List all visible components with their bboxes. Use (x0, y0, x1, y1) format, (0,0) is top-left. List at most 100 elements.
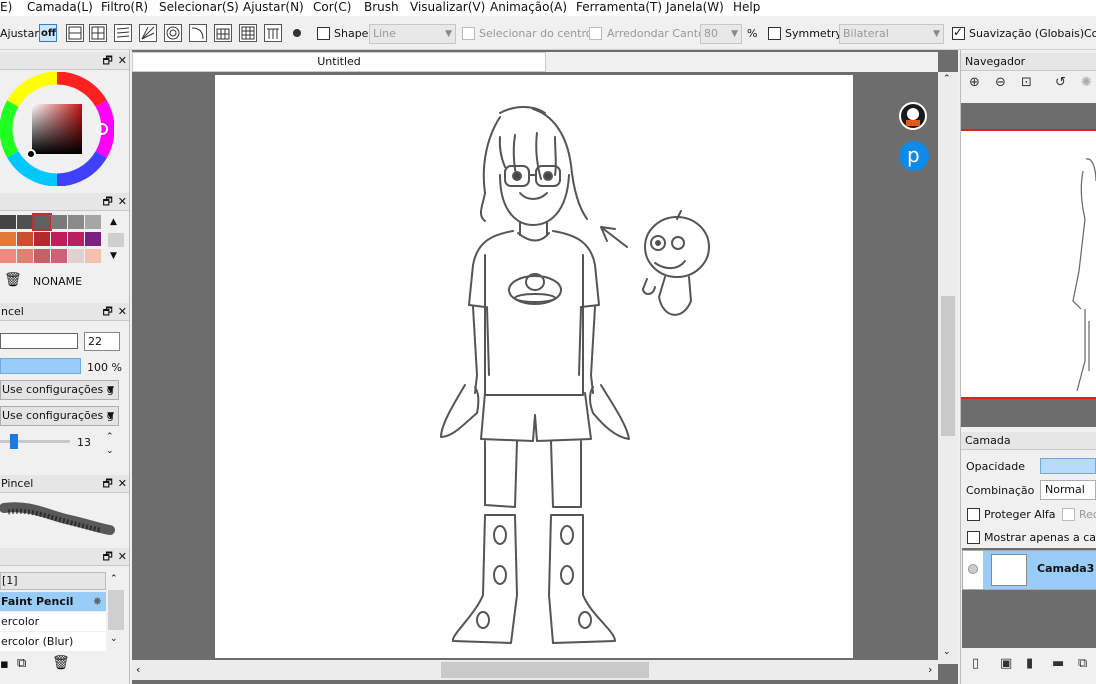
color-swatch[interactable] (17, 232, 33, 246)
brush-config-dropdown-2[interactable]: Use configurações g ▼ (0, 406, 119, 426)
zoom-fit-icon[interactable]: ⊡ (1021, 75, 1032, 90)
color-swatch[interactable] (0, 249, 16, 263)
close-icon[interactable]: ✕ (118, 305, 127, 318)
parallel-lines-icon[interactable] (114, 24, 132, 42)
chevron-right-icon[interactable]: › (928, 663, 932, 676)
chevron-up-icon[interactable]: ⌃ (110, 574, 118, 584)
color-wheel[interactable] (0, 71, 115, 187)
menu-adjust[interactable]: Ajustar(N) (243, 0, 304, 14)
visibility-icon[interactable] (968, 564, 978, 574)
folder-icon[interactable]: ▬ (1052, 656, 1064, 671)
avatar-icon[interactable] (899, 102, 927, 130)
color-swatch[interactable] (17, 249, 33, 263)
chevron-down-icon[interactable]: ⌄ (106, 446, 114, 456)
brush-size-bar[interactable] (0, 333, 78, 349)
grid-4-icon[interactable] (89, 24, 107, 42)
color-swatch[interactable] (51, 249, 67, 263)
curve-icon[interactable] (189, 24, 207, 42)
color-swatch[interactable] (85, 249, 101, 263)
perspective-grid-icon[interactable] (214, 24, 232, 42)
navigator-preview[interactable] (961, 103, 1096, 427)
brush-item-selected[interactable]: Faint Pencil ✸ (0, 592, 106, 611)
restore-icon[interactable]: 🗗 (102, 477, 112, 490)
menu-filter[interactable]: Filtro(R) (101, 0, 148, 14)
symmetry-dropdown[interactable]: Bilateral ▼ (839, 24, 944, 44)
gear-icon[interactable]: ✸ (93, 592, 102, 611)
close-icon[interactable]: ✕ (118, 477, 127, 490)
pixiv-icon[interactable]: p (899, 141, 929, 171)
color-swatch[interactable] (34, 232, 50, 246)
scroll-thumb[interactable] (941, 296, 955, 436)
chevron-up-icon[interactable]: ▲ (110, 217, 117, 227)
color-swatch[interactable] (85, 215, 101, 229)
opacity-bar[interactable] (1040, 458, 1096, 474)
menu-animation[interactable]: Animação(A) (490, 0, 567, 14)
menu-brush[interactable]: Brush (364, 0, 399, 14)
duplicate-icon[interactable]: ⧉ (17, 656, 26, 671)
copy-layer-icon[interactable]: ⧉ (1078, 656, 1087, 671)
reset-icon[interactable]: ✺ (1081, 75, 1092, 90)
shape-rect-icon[interactable] (66, 24, 84, 42)
layer-row-selected[interactable]: Camada3 (983, 551, 1096, 589)
clipping-checkbox[interactable] (1062, 508, 1075, 521)
restore-icon[interactable]: 🗗 (102, 195, 112, 208)
grid-9-icon[interactable] (239, 24, 257, 42)
scroll-thumb[interactable] (441, 662, 649, 678)
color-swatch[interactable] (51, 232, 67, 246)
menu-help[interactable]: Help (733, 0, 760, 14)
canvas-vertical-scrollbar[interactable]: ⌃ ⌄ (938, 72, 958, 664)
color-swatch[interactable] (34, 249, 50, 263)
stabilizer-off-button[interactable]: off (39, 24, 57, 42)
concentric-circles-icon[interactable] (164, 24, 182, 42)
round-corner-checkbox[interactable] (589, 27, 602, 40)
chevron-left-icon[interactable]: ‹ (136, 663, 140, 676)
zoom-in-icon[interactable]: ⊕ (969, 75, 980, 90)
new-layer-icon[interactable]: ▯ (972, 656, 979, 671)
navigator-view-frame[interactable] (961, 129, 1096, 399)
close-icon[interactable]: ✕ (118, 54, 127, 67)
chevron-up-icon[interactable]: ⌃ (106, 432, 114, 442)
chevron-up-icon[interactable]: ⌃ (943, 74, 951, 84)
new-layer-set-icon[interactable]: ▣ (1000, 656, 1012, 671)
brush-density-bar[interactable] (0, 358, 81, 374)
swatch-scroll-thumb[interactable] (108, 233, 124, 247)
trash-icon[interactable]: 🗑 (4, 272, 22, 288)
menu-color[interactable]: Cor(C) (313, 0, 351, 14)
close-icon[interactable]: ✕ (118, 550, 127, 563)
color-swatch[interactable] (68, 249, 84, 263)
smoothing-checkbox[interactable] (952, 25, 965, 40)
trash-icon[interactable]: 🗑 (52, 655, 70, 671)
radial-lines-icon[interactable] (139, 24, 157, 42)
show-only-checkbox[interactable] (967, 531, 980, 544)
shape-checkbox[interactable] (317, 27, 330, 40)
brush-slider-handle[interactable] (10, 434, 18, 449)
new-folder-layer-icon[interactable]: ▮ (1026, 656, 1033, 671)
center-select-checkbox[interactable] (462, 27, 475, 40)
color-swatch[interactable] (17, 215, 33, 229)
menu-view[interactable]: Visualizar(V) (410, 0, 485, 14)
shape-dropdown[interactable]: Line ▼ (369, 24, 456, 44)
restore-icon[interactable]: 🗗 (102, 550, 112, 563)
color-swatch[interactable] (68, 232, 84, 246)
brush-item[interactable]: ercolor (Blur) (0, 632, 106, 651)
protect-alpha-checkbox[interactable] (967, 508, 980, 521)
document-tab[interactable]: Untitled (132, 52, 546, 72)
brush-group-header[interactable]: [1] (0, 572, 106, 590)
color-swatch[interactable] (51, 215, 67, 229)
round-corner-dropdown[interactable]: 80 ▼ (700, 24, 742, 44)
rotate-icon[interactable]: ↺ (1055, 75, 1066, 90)
close-icon[interactable]: ✕ (118, 195, 127, 208)
new-brush-icon[interactable]: ▪ (0, 657, 9, 672)
menu-tool[interactable]: Ferramenta(T) (576, 0, 662, 14)
restore-icon[interactable]: 🗗 (102, 305, 112, 318)
symmetry-checkbox[interactable] (768, 27, 781, 40)
color-swatch[interactable] (0, 232, 16, 246)
perspective-3pt-icon[interactable] (264, 24, 282, 42)
layer-row[interactable]: Camada3 (962, 550, 1096, 590)
zoom-out-icon[interactable]: ⊖ (995, 75, 1006, 90)
color-swatch[interactable] (32, 213, 52, 231)
brush-size-input[interactable]: 22 (84, 332, 120, 351)
menu-edit[interactable]: E) (0, 0, 12, 14)
canvas-horizontal-scrollbar[interactable]: ‹ › (132, 660, 938, 680)
restore-icon[interactable]: 🗗 (102, 54, 112, 67)
